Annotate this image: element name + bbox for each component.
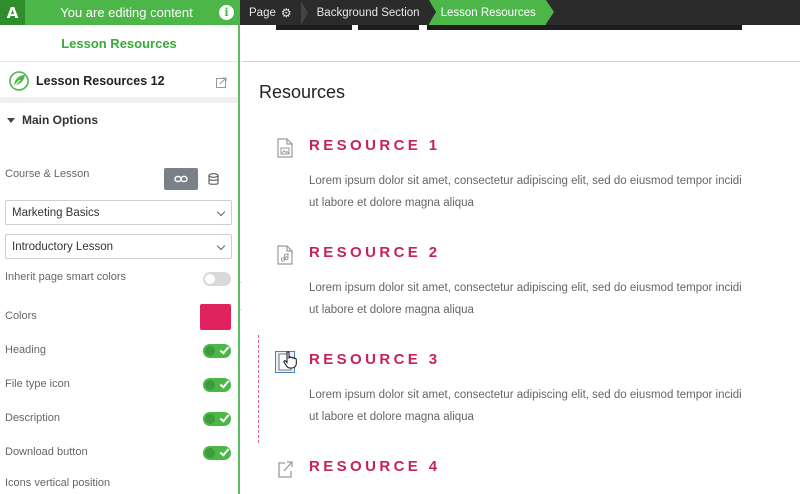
breadcrumb-page[interactable]: Page ⚙ (240, 0, 301, 25)
description-line: ut labore et dolore magna aliqua (309, 411, 474, 423)
brand-logo[interactable]: A (0, 0, 25, 25)
description-line: Lorem ipsum dolor sit amet, consectetur … (309, 389, 742, 401)
link-button[interactable] (164, 168, 198, 190)
course-lesson-source-toggle (164, 168, 224, 190)
resource-title[interactable]: RESOURCE 4 (309, 458, 441, 475)
description-line: Lorem ipsum dolor sit amet, consectetur … (309, 175, 742, 187)
check-icon (219, 344, 230, 355)
page-canvas: Resources RESOURCE 1 Lorem ipsum dolor s… (242, 25, 800, 494)
background-image-strip (242, 25, 800, 30)
description-line: ut labore et dolore magna aliqua (309, 304, 474, 316)
check-icon (219, 446, 230, 457)
file-image-icon (277, 138, 293, 158)
section-divider (242, 61, 800, 62)
colors-label: Colors (5, 310, 37, 322)
course-select[interactable]: Marketing Basics (5, 200, 232, 225)
resource-description: Lorem ipsum dolor sit amet, consectetur … (309, 277, 800, 321)
lesson-select[interactable]: Introductory Lesson (5, 234, 232, 259)
editing-status-text: You are editing content (60, 5, 193, 20)
course-lesson-label: Course & Lesson (5, 168, 90, 180)
sidebar: Lesson Resources Lesson Resources 12 Mai… (0, 25, 240, 494)
gear-icon[interactable]: ⚙ (281, 6, 292, 20)
element-header: Lesson Resources 12 (0, 65, 238, 103)
description-toggle[interactable] (203, 412, 231, 426)
file-type-icon-label: File type icon (5, 378, 70, 390)
breadcrumb-background-section[interactable]: Background Section (308, 0, 429, 25)
toggle-knob (205, 274, 215, 284)
color-swatch[interactable] (200, 304, 231, 330)
breadcrumb-page-label: Page (249, 6, 276, 19)
resource-title[interactable]: RESOURCE 1 (309, 137, 441, 154)
main-options-header[interactable]: Main Options (0, 103, 238, 137)
description-line: ut labore et dolore magna aliqua (309, 197, 474, 209)
resource-title[interactable]: RESOURCE 3 (309, 351, 441, 368)
sidebar-title: Lesson Resources (0, 25, 238, 62)
breadcrumb-lesson-resources[interactable]: Lesson Resources (428, 0, 555, 25)
element-name: Lesson Resources 12 (36, 74, 165, 88)
breadcrumb: Page ⚙ Background Section Lesson Resourc… (240, 0, 800, 25)
download-button-label: Download button (5, 446, 88, 458)
editing-banner: A You are editing content i (0, 0, 240, 25)
lesson-select-value: Introductory Lesson (12, 240, 114, 253)
link-icon (174, 175, 188, 183)
caret-down-icon (7, 117, 15, 123)
resources-heading[interactable]: Resources (259, 82, 345, 103)
external-link-icon[interactable] (216, 77, 227, 88)
hand-pointer-icon (283, 351, 297, 369)
file-type-icon-toggle[interactable] (203, 378, 231, 392)
icons-vertical-position-label: Icons vertical position (5, 477, 111, 489)
resource-title[interactable]: RESOURCE 2 (309, 244, 441, 261)
description-line: Lorem ipsum dolor sit amet, consectetur … (309, 282, 742, 294)
main-options-label: Main Options (22, 113, 98, 127)
chevron-down-icon (216, 207, 226, 217)
heading-toggle[interactable] (203, 344, 231, 358)
download-button-toggle[interactable] (203, 446, 231, 460)
breadcrumb-separator (300, 0, 308, 25)
description-label: Description (5, 412, 61, 424)
inherit-colors-toggle[interactable] (203, 272, 231, 286)
leaf-icon (9, 71, 29, 91)
resource-description: Lorem ipsum dolor sit amet, consectetur … (309, 170, 800, 214)
heading-label: Heading (5, 344, 46, 356)
chevron-down-icon (216, 241, 226, 251)
file-audio-icon (277, 245, 293, 265)
resource-description: Lorem ipsum dolor sit amet, consectetur … (309, 384, 800, 428)
inherit-colors-label: Inherit page smart colors (5, 271, 127, 283)
external-link-icon (278, 461, 293, 478)
course-select-value: Marketing Basics (12, 206, 100, 219)
hover-outline (258, 335, 259, 443)
check-icon (219, 378, 230, 389)
top-bar: A You are editing content i Page ⚙ Backg… (0, 0, 800, 25)
check-icon (219, 412, 230, 423)
info-icon[interactable]: i (219, 5, 234, 20)
database-icon[interactable] (202, 168, 224, 190)
